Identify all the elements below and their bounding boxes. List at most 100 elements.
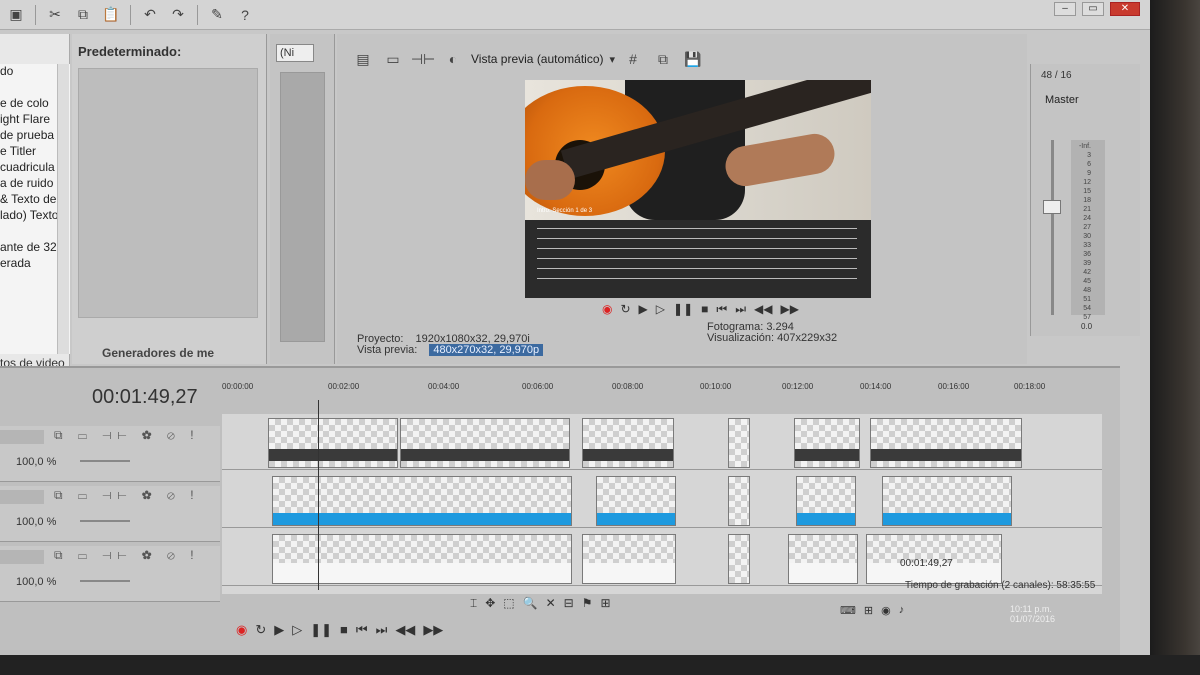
- video-clip[interactable]: [882, 476, 1012, 526]
- grid-icon[interactable]: #: [621, 48, 645, 70]
- fader-knob[interactable]: [1043, 200, 1061, 214]
- save-icon[interactable]: ▣: [4, 4, 28, 26]
- split-icon[interactable]: ⊣⊢: [411, 48, 435, 70]
- monitor-bezel-right: [1150, 0, 1200, 675]
- go-to-end-icon[interactable]: ⏭: [376, 622, 388, 638]
- ruler-label: 00:12:00: [782, 382, 814, 391]
- edit-tool-icon[interactable]: ⌶: [470, 596, 477, 611]
- track-name[interactable]: [0, 430, 44, 444]
- display-value: 407x229x32: [777, 332, 838, 344]
- go-to-start-icon[interactable]: ⏮: [356, 622, 368, 638]
- timeline-cursor[interactable]: [318, 400, 319, 590]
- prev-frame-icon[interactable]: ◀◀: [754, 302, 772, 317]
- video-clip[interactable]: [788, 534, 858, 584]
- go-to-start-icon[interactable]: ⏮: [716, 302, 727, 317]
- track-name[interactable]: [0, 490, 44, 504]
- timeline-time-display: 00:01:49,27: [92, 386, 198, 408]
- video-clip[interactable]: [596, 476, 676, 526]
- system-clock[interactable]: 10:11 p.m. 01/07/2016: [1010, 604, 1055, 624]
- properties-icon[interactable]: ▤: [351, 48, 375, 70]
- play-from-start-icon[interactable]: ▶: [639, 302, 648, 317]
- stop-icon[interactable]: ■: [701, 302, 708, 317]
- redo-icon[interactable]: ↷: [166, 4, 190, 26]
- close-button[interactable]: ✕: [1110, 2, 1140, 16]
- master-fader[interactable]: [1039, 140, 1067, 315]
- fader-track: [1051, 140, 1054, 315]
- master-label: Master: [1045, 94, 1079, 106]
- ruler-label: 00:18:00: [1014, 382, 1046, 391]
- monitor-icon[interactable]: ▭: [381, 48, 405, 70]
- minimize-button[interactable]: –: [1054, 2, 1076, 16]
- snap-icon[interactable]: ⊞: [600, 596, 610, 611]
- video-clip[interactable]: [728, 476, 750, 526]
- prev-frame-icon[interactable]: ◀◀: [395, 622, 415, 638]
- windows-icon[interactable]: ⊞: [864, 604, 873, 617]
- video-clip[interactable]: [272, 534, 572, 584]
- go-to-end-icon[interactable]: ⏭: [735, 302, 746, 317]
- circle-icon[interactable]: ◐: [441, 48, 465, 70]
- maximize-button[interactable]: ▭: [1082, 2, 1104, 16]
- next-frame-icon[interactable]: ▶▶: [423, 622, 443, 638]
- loop-icon[interactable]: ↻: [620, 302, 630, 317]
- stop-icon[interactable]: ■: [340, 622, 348, 638]
- volume-icon[interactable]: ♪: [899, 604, 905, 617]
- video-clip[interactable]: [870, 418, 1022, 468]
- trim-icon[interactable]: ⊟: [564, 596, 574, 611]
- envelope-tool-icon[interactable]: ✥: [485, 596, 495, 611]
- list-scrollbar[interactable]: [57, 64, 69, 354]
- select-tool-icon[interactable]: ⬚: [503, 596, 514, 611]
- next-frame-icon[interactable]: ▶▶: [780, 302, 798, 317]
- scale-tick: 21: [1083, 206, 1091, 213]
- track-opacity-slider[interactable]: [80, 460, 130, 462]
- copy-frame-icon[interactable]: ⧉: [651, 48, 675, 70]
- master-header: 48 / 16: [1041, 70, 1072, 81]
- zoom-tool-icon[interactable]: 🔍: [523, 596, 538, 611]
- preview-quality-dropdown[interactable]: Vista previa (automático): [471, 52, 604, 66]
- video-clip[interactable]: [728, 534, 750, 584]
- scale-tick: 30: [1083, 233, 1091, 240]
- pause-icon[interactable]: ❚❚: [310, 622, 332, 638]
- scale-tick: 3: [1087, 152, 1091, 159]
- paste-icon[interactable]: 📋: [99, 4, 123, 26]
- video-clip[interactable]: [796, 476, 856, 526]
- video-clip[interactable]: [268, 418, 398, 468]
- copy-icon[interactable]: ⧉: [71, 4, 95, 26]
- pause-icon[interactable]: ❚❚: [673, 302, 693, 317]
- track-name[interactable]: [0, 550, 44, 564]
- paint-icon[interactable]: ✎: [205, 4, 229, 26]
- track-icons[interactable]: ⧉ ▭ ⊣⊢ ✿ ⊘ ǃ: [54, 428, 200, 443]
- track-lane-1: [222, 414, 1102, 470]
- undo-icon[interactable]: ↶: [138, 4, 162, 26]
- vegas-window: ▣ ✂ ⧉ 📋 ↶ ↷ ✎ ? – ▭ ✕ do e de colo ight …: [0, 0, 1150, 660]
- transition-select[interactable]: (Ni: [276, 44, 314, 62]
- keyboard-icon[interactable]: ⌨: [840, 604, 856, 617]
- tab-media-generators[interactable]: Generadores de me: [102, 346, 214, 360]
- record-icon[interactable]: ◉: [236, 622, 247, 638]
- marker-icon[interactable]: ⚑: [582, 596, 593, 611]
- track-opacity-slider[interactable]: [80, 520, 130, 522]
- cut-icon[interactable]: ✂: [43, 4, 67, 26]
- track-icons[interactable]: ⧉ ▭ ⊣⊢ ✿ ⊘ ǃ: [54, 488, 200, 503]
- scale-tick: 18: [1083, 197, 1091, 204]
- track-opacity-slider[interactable]: [80, 580, 130, 582]
- video-clip[interactable]: [582, 418, 674, 468]
- network-icon[interactable]: ◉: [881, 604, 891, 617]
- track-icons[interactable]: ⧉ ▭ ⊣⊢ ✿ ⊘ ǃ: [54, 548, 200, 563]
- video-clip[interactable]: [728, 418, 750, 468]
- video-clip[interactable]: [582, 534, 676, 584]
- play-icon[interactable]: ▷: [292, 622, 302, 638]
- timeline-ruler[interactable]: 00:00:00 00:02:00 00:04:00 00:06:00 00:0…: [222, 370, 1102, 414]
- play-from-start-icon[interactable]: ▶: [274, 622, 284, 638]
- help-icon[interactable]: ?: [233, 4, 257, 26]
- chevron-down-icon[interactable]: ▾: [610, 53, 616, 66]
- save-frame-icon[interactable]: 💾: [681, 48, 705, 70]
- video-caption: Intro. Sección 1 de 3: [537, 208, 593, 214]
- play-icon[interactable]: ▷: [656, 302, 665, 317]
- loop-icon[interactable]: ↻: [255, 622, 266, 638]
- presets-panel: Predeterminado: Generadores de me: [72, 34, 267, 364]
- video-clip[interactable]: [272, 476, 572, 526]
- record-icon[interactable]: ◉: [602, 302, 612, 317]
- delete-icon[interactable]: ✕: [546, 596, 556, 611]
- video-clip[interactable]: [400, 418, 570, 468]
- video-clip[interactable]: [794, 418, 860, 468]
